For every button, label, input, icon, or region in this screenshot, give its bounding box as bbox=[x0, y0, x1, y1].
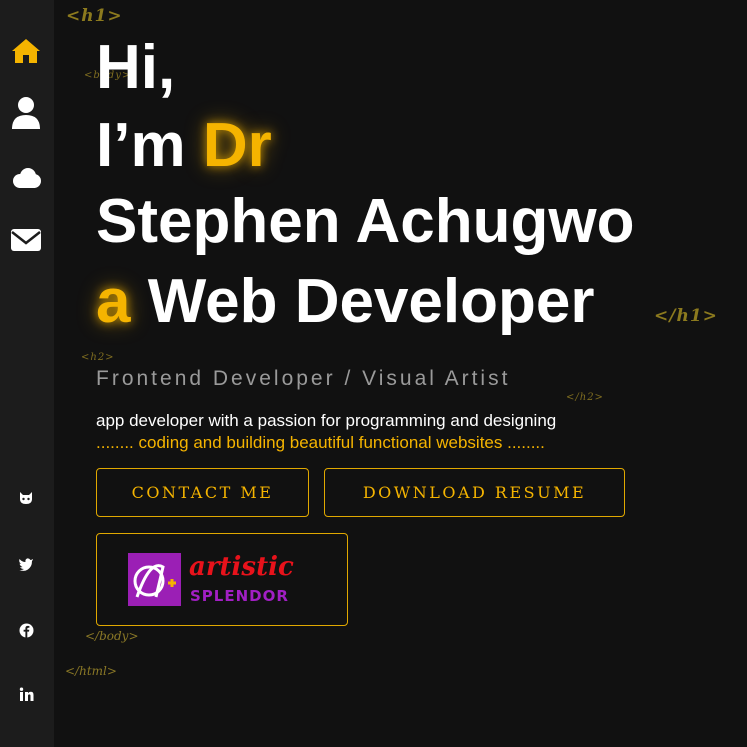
user-icon[interactable] bbox=[9, 96, 43, 130]
hero-line-role: a Web Developer bbox=[96, 271, 595, 333]
envelope-icon[interactable] bbox=[9, 223, 43, 257]
download-resume-button[interactable]: DOWNLOAD RESUME bbox=[324, 468, 625, 517]
hero-role-text: Web Developer bbox=[147, 267, 595, 336]
hero-line-greeting: Hi, bbox=[96, 37, 175, 99]
logo-word-splendor: SPLENDOR bbox=[190, 587, 289, 605]
hero-intro-text: I’m bbox=[96, 111, 186, 180]
subtitle: Frontend Developer / Visual Artist bbox=[96, 367, 511, 390]
description-line-1: app developer with a passion for program… bbox=[96, 411, 557, 430]
logo-word-artistic: artistic bbox=[189, 552, 294, 582]
html-close-tag: </html> bbox=[65, 664, 117, 678]
hero-name-text: Stephen Achugwo bbox=[96, 187, 635, 256]
hero-line-intro: I’m Dr bbox=[96, 115, 272, 177]
body-close-tag: </body> bbox=[85, 629, 139, 643]
hero-greeting-text: Hi, bbox=[96, 33, 176, 102]
h2-open-tag: <h2> bbox=[81, 352, 115, 363]
h1-close-tag: </h1> bbox=[654, 306, 718, 326]
artistic-splendor-logo-box[interactable]: artistic SPLENDOR bbox=[96, 533, 348, 626]
facebook-icon[interactable] bbox=[15, 619, 37, 641]
h2-close-tag: </h2> bbox=[566, 392, 604, 403]
linkedin-icon[interactable] bbox=[15, 683, 37, 705]
cloud-icon[interactable] bbox=[9, 161, 43, 195]
contact-me-button[interactable]: CONTACT ME bbox=[96, 468, 309, 517]
description-line-2: ........ coding and building beautiful f… bbox=[96, 433, 545, 452]
hero-line-name: Stephen Achugwo bbox=[96, 191, 634, 253]
hero-role-accent: a bbox=[96, 267, 131, 336]
home-icon[interactable] bbox=[9, 34, 43, 68]
github-icon[interactable] bbox=[15, 487, 37, 509]
hero-title-accent: Dr bbox=[202, 111, 272, 180]
artistic-splendor-logo-mark bbox=[128, 553, 181, 606]
sidebar bbox=[0, 0, 54, 747]
h1-open-tag: <h1> bbox=[66, 6, 123, 26]
twitter-icon[interactable] bbox=[15, 553, 37, 575]
